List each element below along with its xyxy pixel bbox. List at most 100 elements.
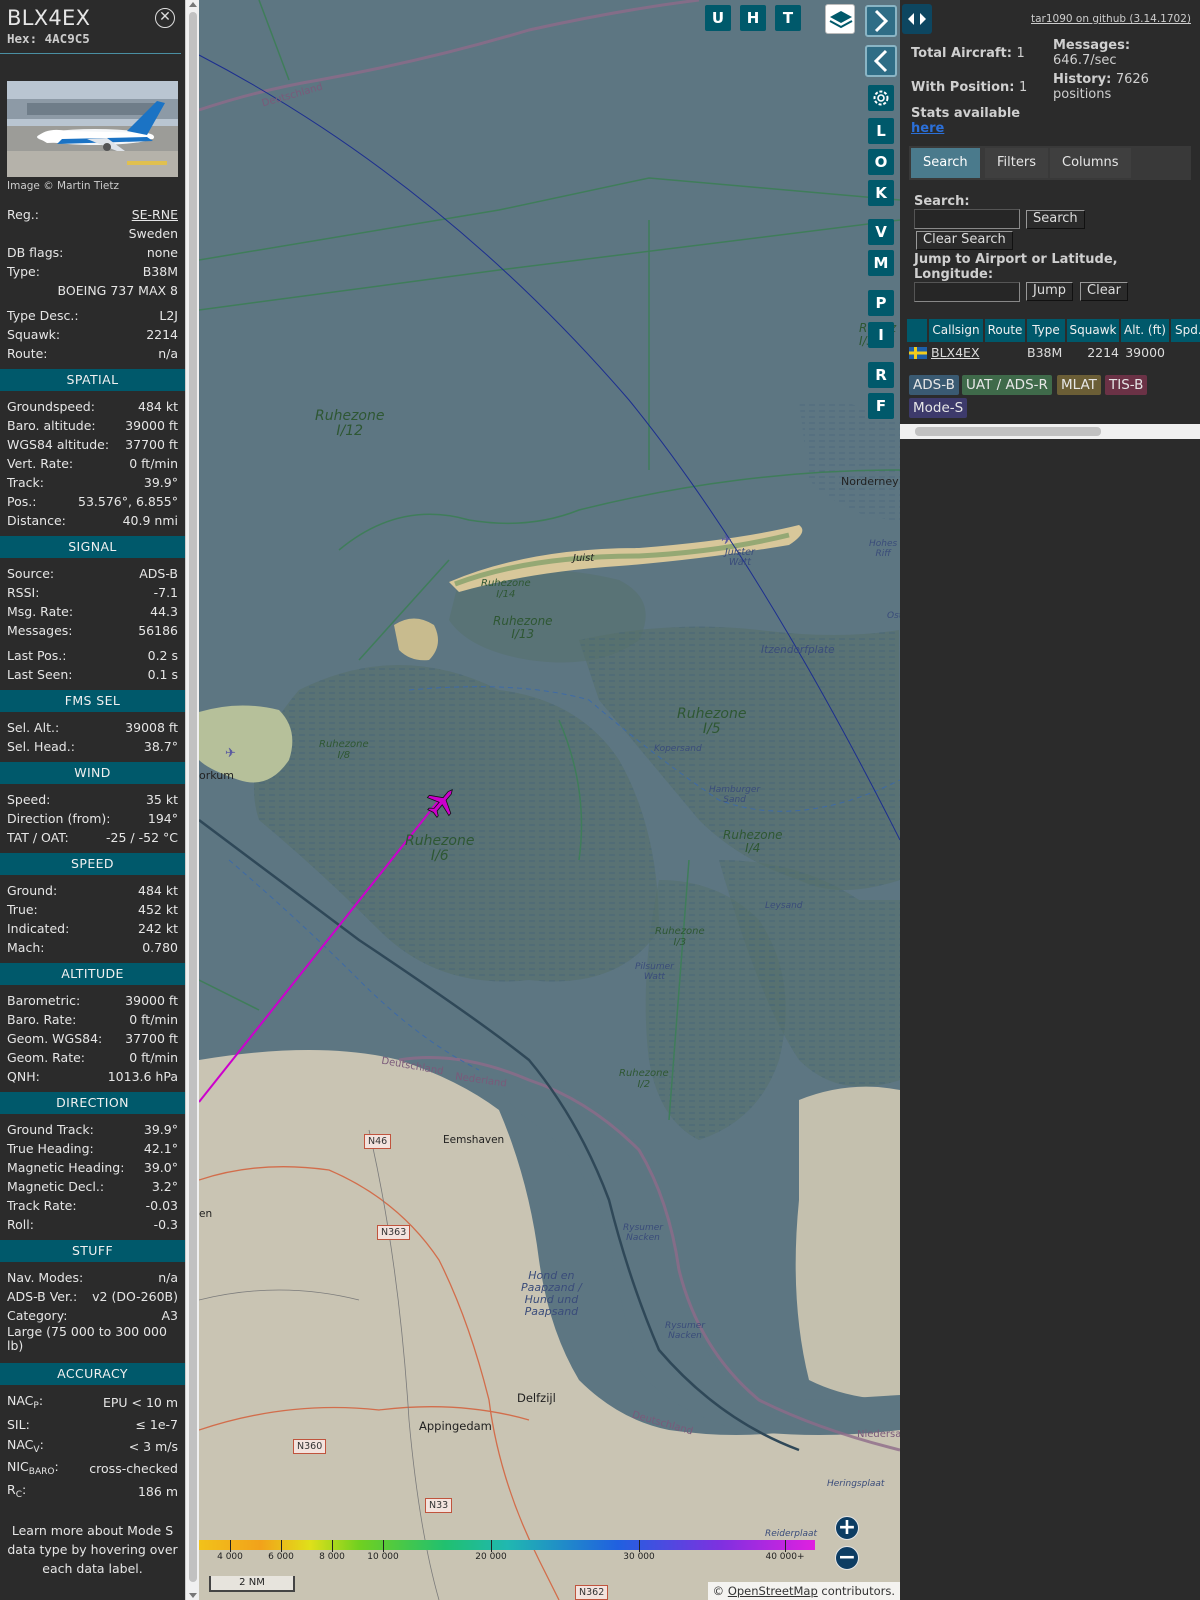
nacv-label[interactable]: NACV: xyxy=(7,1437,44,1455)
row-callsign-link[interactable]: BLX4EX xyxy=(931,344,980,361)
jump-input[interactable] xyxy=(914,282,1020,302)
map-button-o[interactable]: O xyxy=(868,149,894,175)
info-label[interactable]: Ground Track: xyxy=(7,1122,94,1137)
info-label[interactable]: Mach: xyxy=(7,940,44,955)
info-label[interactable]: Category: xyxy=(7,1308,67,1323)
col-route[interactable]: Route xyxy=(985,319,1025,342)
map-button-k[interactable]: K xyxy=(868,180,894,206)
map-button-m[interactable]: M xyxy=(868,250,894,276)
info-label[interactable]: Messages: xyxy=(7,623,73,638)
badge-adsb[interactable]: ADS-B xyxy=(909,375,959,395)
rc-label[interactable]: RC: xyxy=(7,1482,26,1500)
info-label[interactable]: Sel. Head.: xyxy=(7,739,75,754)
map-label-heringsplaat: Heringsplaat xyxy=(827,1479,885,1489)
info-label[interactable]: Baro. altitude: xyxy=(7,418,96,433)
stats-here-link[interactable]: here xyxy=(911,121,944,136)
info-label[interactable]: Baro. Rate: xyxy=(7,1012,76,1027)
zoom-out-button[interactable]: − xyxy=(835,1546,859,1570)
scrollbar-thumb[interactable] xyxy=(189,12,197,1582)
layers-icon[interactable] xyxy=(825,4,855,34)
info-label[interactable]: Track: xyxy=(7,475,44,490)
info-label[interactable]: RSSI: xyxy=(7,585,39,600)
col-callsign[interactable]: Callsign xyxy=(929,319,983,342)
info-label[interactable]: Barometric: xyxy=(7,993,80,1008)
zoom-in-button[interactable]: + xyxy=(835,1516,859,1540)
map-button-r[interactable]: R xyxy=(868,362,894,388)
map-button-t[interactable]: T xyxy=(775,5,801,31)
info-label[interactable]: Speed: xyxy=(7,792,50,807)
map-button-l[interactable]: L xyxy=(868,118,894,144)
expand-sidebar-button[interactable] xyxy=(865,5,897,37)
search-input[interactable] xyxy=(914,209,1020,229)
sil-label[interactable]: SIL: xyxy=(7,1417,30,1432)
aircraft-marker-icon[interactable] xyxy=(422,782,462,822)
badge-mlat[interactable]: MLAT xyxy=(1057,375,1101,395)
info-label[interactable]: Magnetic Decl.: xyxy=(7,1179,104,1194)
info-label[interactable]: Direction (from): xyxy=(7,811,111,826)
badge-tisb[interactable]: TIS-B xyxy=(1105,375,1148,395)
map-button-i[interactable]: I xyxy=(868,322,894,348)
map-button-f[interactable]: F xyxy=(868,393,894,419)
info-label[interactable]: Geom. WGS84: xyxy=(7,1031,102,1046)
map-button-h[interactable]: H xyxy=(740,5,766,31)
scroll-up-icon[interactable] xyxy=(189,2,197,7)
info-label[interactable]: Nav. Modes: xyxy=(7,1270,83,1285)
tab-filters[interactable]: Filters xyxy=(985,148,1048,178)
map-button-p[interactable]: P xyxy=(868,290,894,316)
info-label[interactable]: Groundspeed: xyxy=(7,399,95,414)
scroll-down-icon[interactable] xyxy=(189,1593,197,1598)
info-label[interactable]: WGS84 altitude: xyxy=(7,437,109,452)
clear-jump-button[interactable]: Clear xyxy=(1080,282,1128,301)
map-button-v[interactable]: V xyxy=(868,219,894,245)
map-button-u[interactable]: U xyxy=(705,5,731,31)
info-row: Track: 39.9° xyxy=(0,473,185,492)
info-label[interactable]: True: xyxy=(7,902,38,917)
info-label[interactable]: ADS-B Ver.: xyxy=(7,1289,77,1304)
info-label[interactable]: True Heading: xyxy=(7,1141,94,1156)
info-label[interactable]: TAT / OAT: xyxy=(7,830,69,845)
table-horizontal-scrollbar[interactable] xyxy=(900,424,1200,439)
info-label[interactable]: Last Seen: xyxy=(7,667,72,682)
info-panel-scrollbar[interactable] xyxy=(185,0,199,1600)
col-flag[interactable] xyxy=(907,319,927,342)
registration-link[interactable]: SE-RNE xyxy=(132,207,178,222)
tab-columns[interactable]: Columns xyxy=(1050,148,1131,178)
info-row: Roll: -0.3 xyxy=(0,1215,185,1234)
toggle-sidebar-button[interactable] xyxy=(902,4,932,34)
col-altitude[interactable]: Alt. (ft) xyxy=(1121,319,1169,342)
collapse-sidebar-button[interactable] xyxy=(865,45,897,77)
info-label[interactable]: Magnetic Heading: xyxy=(7,1160,124,1175)
col-type[interactable]: Type xyxy=(1027,319,1065,342)
badge-uat-adsr[interactable]: UAT / ADS-R xyxy=(962,375,1052,395)
openstreetmap-link[interactable]: OpenStreetMap xyxy=(728,1584,818,1598)
settings-button[interactable] xyxy=(868,85,894,111)
info-label[interactable]: Ground: xyxy=(7,883,57,898)
info-label[interactable]: Geom. Rate: xyxy=(7,1050,85,1065)
scrollbar-thumb[interactable] xyxy=(915,427,1101,436)
map-view[interactable]: Ruhezone I/12 Ruhezone I/14 Ruhezone I/1… xyxy=(199,0,900,1600)
jump-button[interactable]: Jump xyxy=(1026,282,1073,301)
close-icon[interactable]: ✕ xyxy=(155,8,175,28)
badge-mode-s[interactable]: Mode-S xyxy=(909,398,968,418)
clear-search-button[interactable]: Clear Search xyxy=(916,231,1013,250)
info-label[interactable]: Sel. Alt.: xyxy=(7,720,59,735)
info-label[interactable]: Msg. Rate: xyxy=(7,604,73,619)
tab-search[interactable]: Search xyxy=(911,148,980,178)
section-direction: DIRECTION xyxy=(0,1092,185,1114)
info-label[interactable]: Distance: xyxy=(7,513,66,528)
info-label[interactable]: Vert. Rate: xyxy=(7,456,73,471)
col-speed[interactable]: Spd. xyxy=(1171,319,1200,342)
version-link[interactable]: tar1090 on github (3.14.1702) xyxy=(1031,13,1191,25)
info-label[interactable]: Source: xyxy=(7,566,54,581)
col-squawk[interactable]: Squawk xyxy=(1067,319,1119,342)
nacp-label[interactable]: NACP: xyxy=(7,1393,43,1411)
search-button[interactable]: Search xyxy=(1026,210,1085,229)
aircraft-photo[interactable] xyxy=(7,81,178,177)
info-label[interactable]: Indicated: xyxy=(7,921,69,936)
nicbaro-label[interactable]: NICBARO: xyxy=(7,1459,59,1477)
info-label[interactable]: Roll: xyxy=(7,1217,34,1232)
info-label[interactable]: Pos.: xyxy=(7,494,36,509)
info-label[interactable]: QNH: xyxy=(7,1069,40,1084)
info-label[interactable]: Last Pos.: xyxy=(7,648,66,663)
info-label[interactable]: Track Rate: xyxy=(7,1198,77,1213)
